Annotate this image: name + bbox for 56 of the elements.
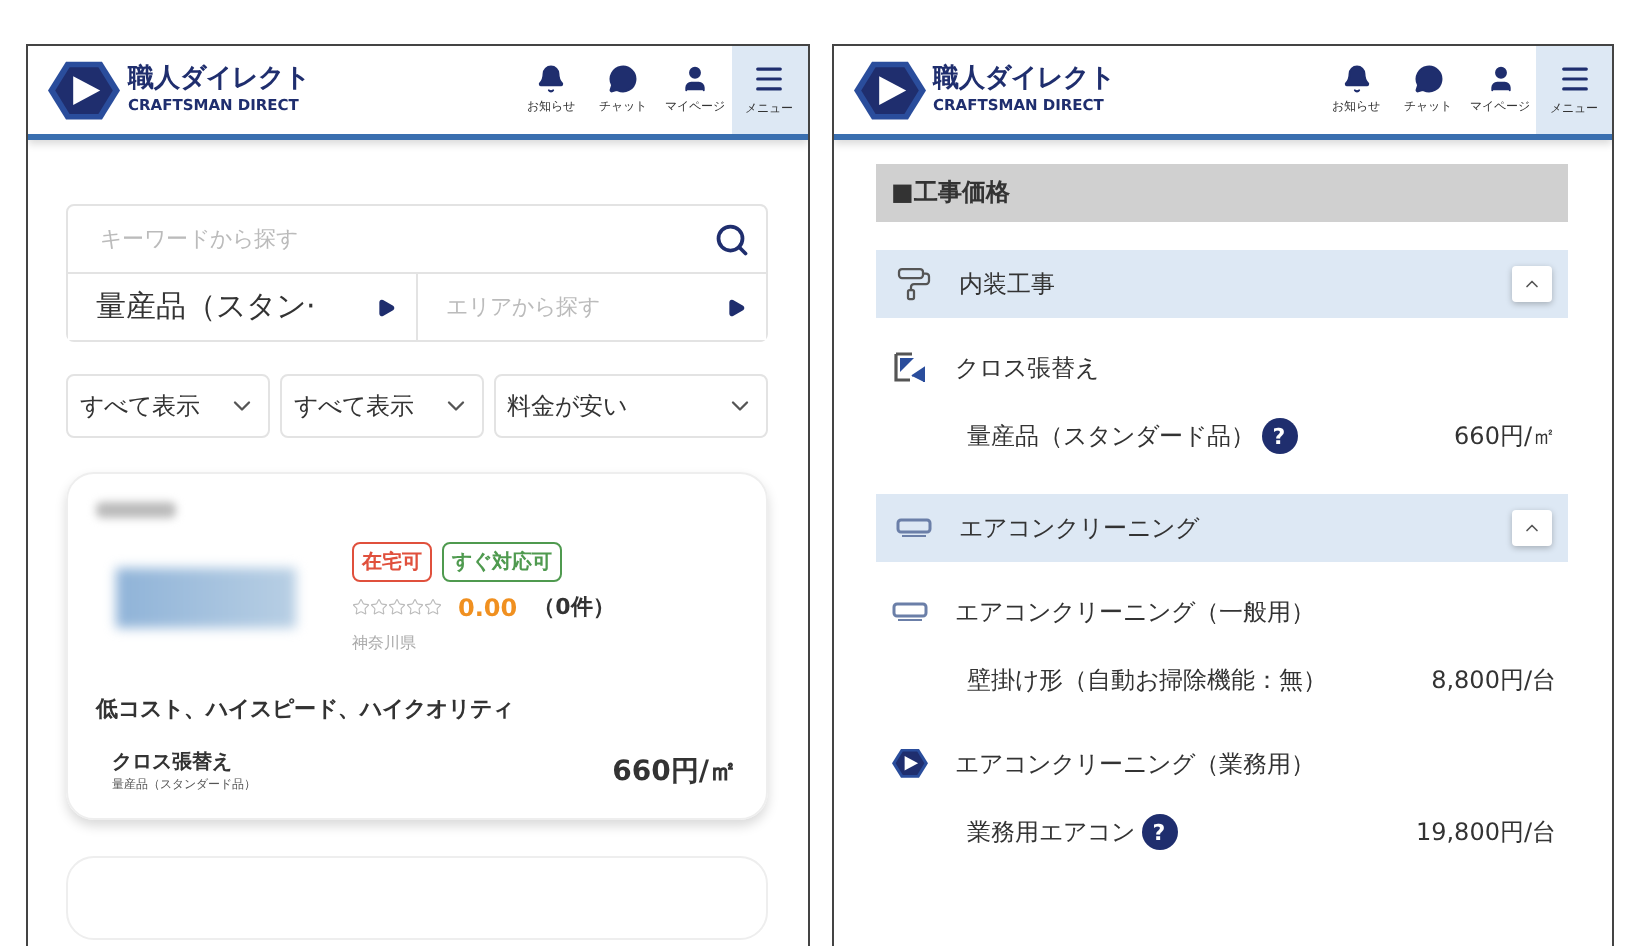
category-picker[interactable]: 量産品（スタン· bbox=[68, 274, 418, 340]
price-text: 8,800円/台 bbox=[1431, 663, 1556, 697]
chat-bubble-icon bbox=[608, 64, 638, 94]
air-conditioner-icon bbox=[891, 602, 927, 622]
filter-dropdown[interactable]: 料金が安い bbox=[493, 374, 767, 438]
blurred-name-placeholder bbox=[96, 502, 176, 518]
hexagon-logo-icon bbox=[891, 748, 927, 780]
logo-title: 職人ダイレクト bbox=[933, 66, 1117, 96]
service-name: クロス張替え bbox=[112, 749, 234, 776]
price-text: 19,800円/台 bbox=[1415, 815, 1556, 849]
star-icon bbox=[388, 598, 406, 616]
star-icon bbox=[424, 598, 442, 616]
category-label: エアコンクリーニング bbox=[959, 511, 1202, 545]
paint-roller-icon bbox=[895, 266, 931, 302]
wallpaper-icon bbox=[891, 350, 927, 386]
user-icon bbox=[680, 64, 710, 94]
chat-bubble-icon bbox=[1413, 64, 1443, 94]
help-badge[interactable]: ? bbox=[1141, 814, 1177, 850]
rating-value: 0.00 bbox=[458, 593, 518, 621]
category-label: 内装工事 bbox=[959, 267, 1057, 301]
filter-dropdown[interactable]: すべて表示 bbox=[66, 374, 270, 438]
service-name: エアコンクリーニング（業務用） bbox=[955, 747, 1315, 781]
bell-icon bbox=[536, 64, 566, 94]
service-name: クロス張替え bbox=[955, 351, 1099, 385]
section-title: ■工事価格 bbox=[875, 164, 1568, 222]
play-arrow-icon bbox=[375, 297, 396, 317]
variant-label: 業務用エアコン bbox=[967, 815, 1135, 849]
review-count: （0件） bbox=[533, 592, 615, 622]
service-name: エアコンクリーニング（一般用） bbox=[955, 595, 1315, 629]
star-icon bbox=[352, 598, 370, 616]
menu-icon bbox=[752, 62, 786, 96]
location-text: 神奈川県 bbox=[352, 632, 418, 654]
collapse-toggle[interactable] bbox=[1512, 510, 1552, 546]
hexagon-logo-icon bbox=[853, 59, 925, 121]
filter-dropdown[interactable]: すべて表示 bbox=[279, 374, 484, 438]
category-header[interactable]: 内装工事 bbox=[875, 250, 1568, 318]
air-conditioner-icon bbox=[895, 518, 931, 538]
play-arrow-icon bbox=[725, 297, 745, 317]
menu-icon bbox=[1557, 62, 1591, 96]
hexagon-logo-icon bbox=[48, 59, 120, 121]
user-icon bbox=[1485, 64, 1515, 94]
help-badge[interactable]: ? bbox=[1261, 418, 1297, 454]
category-header[interactable]: エアコンクリーニング bbox=[875, 494, 1568, 562]
logo-title: 職人ダイレクト bbox=[128, 66, 312, 96]
star-icon bbox=[370, 598, 388, 616]
tag: 在宅可 bbox=[352, 542, 432, 582]
tagline-text: 低コスト、ハイスピード、ハイクオリティ bbox=[96, 694, 516, 724]
tag: すぐ対応可 bbox=[442, 542, 562, 582]
price-text: 660円/㎡ bbox=[1454, 419, 1556, 453]
variant-label: 量産品（スタンダード品） bbox=[967, 419, 1255, 453]
variant-label: 壁掛け形（自動お掃除機能：無） bbox=[967, 663, 1327, 697]
collapse-toggle[interactable] bbox=[1512, 266, 1552, 302]
bell-icon bbox=[1341, 64, 1371, 94]
star-icon bbox=[406, 598, 424, 616]
search-icon bbox=[713, 221, 749, 257]
price-text: 660円/㎡ bbox=[612, 753, 737, 789]
